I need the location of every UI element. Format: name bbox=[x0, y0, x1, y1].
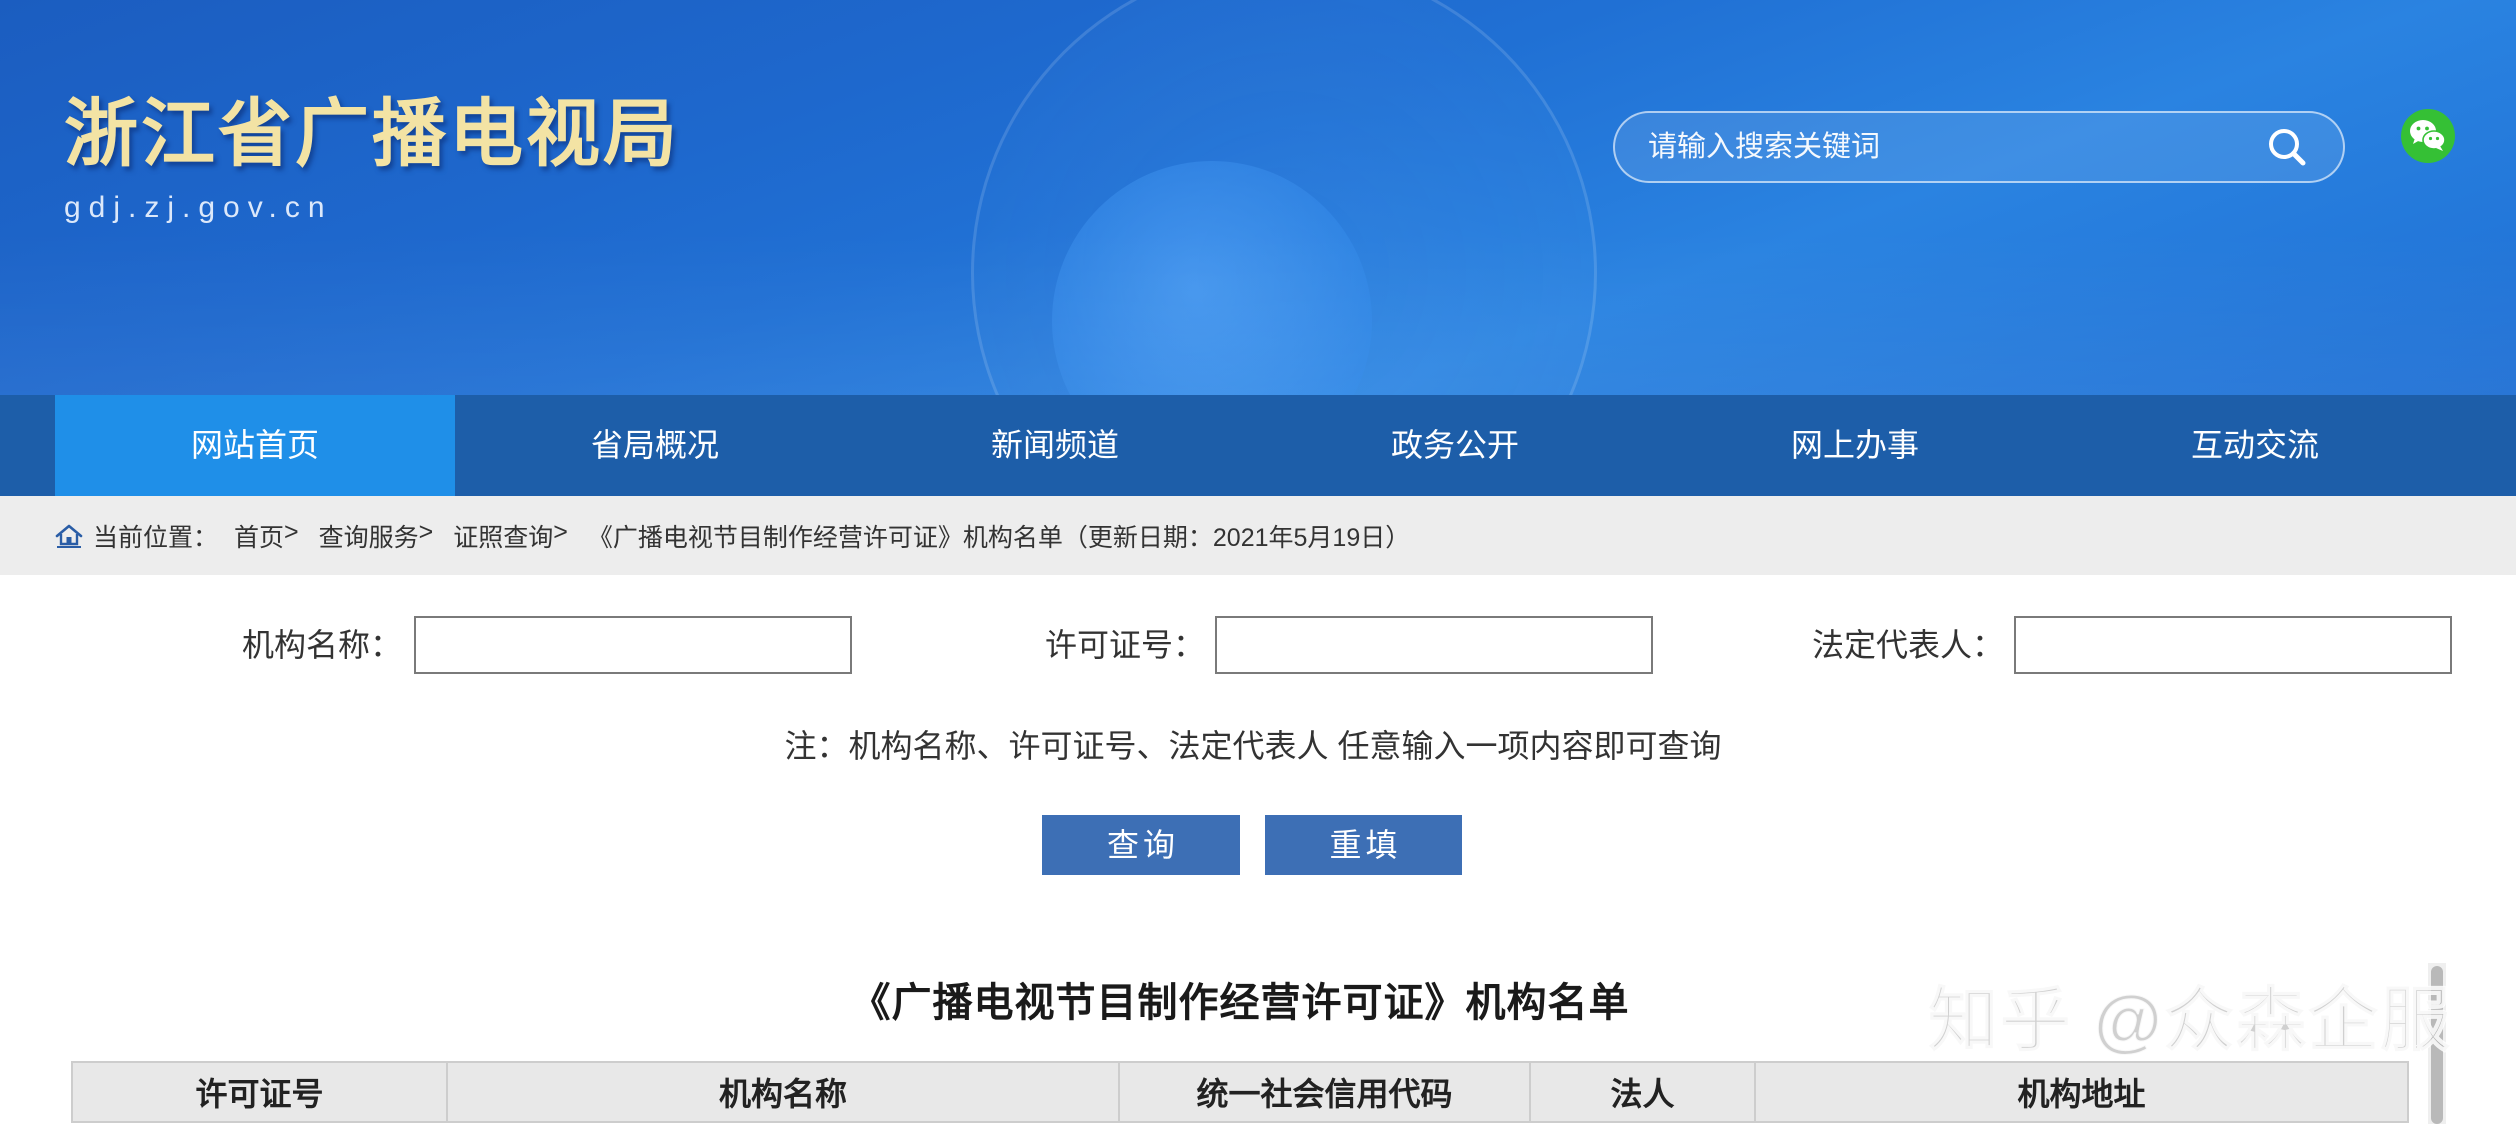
home-icon bbox=[55, 523, 83, 549]
column-header-credit-code: 统一社会信用代码 bbox=[1118, 1061, 1531, 1123]
results-title: 《广播电视节目制作经营许可证》机构名单 bbox=[850, 981, 1630, 1025]
main-nav-list: 网站首页 省局概况 新闻频道 政务公开 网上办事 互动交流 bbox=[55, 395, 2455, 496]
breadcrumb-separator: > bbox=[418, 517, 434, 546]
site-search-input[interactable] bbox=[1648, 113, 2248, 181]
column-header-org-name: 机构名称 bbox=[446, 1061, 1120, 1123]
breadcrumb-item: 首页 > bbox=[234, 518, 299, 554]
search-hint-note: 注：机构名称、许可证号、法定代表人 任意输入一项内容即可查询 bbox=[784, 728, 1722, 764]
breadcrumb-prefix: 当前位置： bbox=[93, 523, 219, 552]
column-header-legal-person: 法人 bbox=[1529, 1061, 1756, 1123]
query-button[interactable]: 查询 bbox=[1042, 815, 1240, 875]
license-number-label: 许可证号： bbox=[1044, 627, 1205, 663]
search-icon[interactable] bbox=[2265, 125, 2309, 169]
breadcrumb-current-page: 《广播电视节目制作经营许可证》机构名单（更新日期：2021年5月19日） bbox=[587, 523, 1411, 552]
breadcrumb-item: 证照查询 > bbox=[453, 518, 568, 554]
site-domain: gdj.zj.gov.cn bbox=[64, 191, 333, 224]
nav-item-online-services[interactable]: 网上办事 bbox=[1655, 395, 2055, 496]
nav-item-news[interactable]: 新闻频道 bbox=[855, 395, 1255, 496]
site-logo[interactable]: 浙江省广播电视局 gdj.zj.gov.cn bbox=[64, 88, 704, 233]
legal-representative-label: 法定代表人： bbox=[1811, 627, 2004, 663]
legal-representative-input[interactable] bbox=[2014, 616, 2452, 674]
nav-item-overview[interactable]: 省局概况 bbox=[455, 395, 855, 496]
nav-item-home[interactable]: 网站首页 bbox=[55, 395, 455, 496]
site-search-box bbox=[1613, 111, 2345, 183]
breadcrumb-link-query-services[interactable]: 查询服务 bbox=[319, 518, 419, 554]
breadcrumb: 当前位置： 首页 > 查询服务 > 证照查询 > 《广播电视节目制作经营许可证》… bbox=[0, 496, 2516, 575]
nav-item-label: 互动交流 bbox=[2190, 427, 2319, 463]
breadcrumb-link-home[interactable]: 首页 bbox=[234, 518, 284, 554]
nav-item-label: 网站首页 bbox=[190, 427, 319, 463]
site-header: 浙江省广播电视局 gdj.zj.gov.cn bbox=[0, 0, 2516, 395]
nav-item-interaction[interactable]: 互动交流 bbox=[2055, 395, 2455, 496]
column-header-org-address: 机构地址 bbox=[1754, 1061, 2409, 1123]
org-name-input[interactable] bbox=[414, 616, 852, 674]
table-scrollbar-track[interactable] bbox=[2428, 963, 2446, 1124]
results-table: 许可证号 机构名称 统一社会信用代码 法人 机构地址 bbox=[71, 1061, 2409, 1123]
breadcrumb-link-license-query[interactable]: 证照查询 bbox=[453, 518, 553, 554]
org-name-label: 机构名称： bbox=[241, 627, 402, 663]
reset-button[interactable]: 重填 bbox=[1265, 815, 1462, 875]
table-header-row: 许可证号 机构名称 统一社会信用代码 法人 机构地址 bbox=[71, 1061, 2409, 1123]
table-scrollbar-thumb[interactable] bbox=[2431, 966, 2443, 1124]
nav-item-label: 网上办事 bbox=[1790, 427, 1919, 463]
nav-item-label: 新闻频道 bbox=[990, 427, 1119, 463]
header-decoration-haze bbox=[0, 230, 2516, 395]
breadcrumb-separator: > bbox=[553, 517, 568, 546]
breadcrumb-item: 查询服务 > bbox=[319, 518, 434, 554]
site-title: 浙江省广播电视局 bbox=[64, 92, 680, 175]
column-header-license-number: 许可证号 bbox=[71, 1061, 448, 1123]
nav-item-label: 政务公开 bbox=[1390, 427, 1519, 463]
main-nav: 网站首页 省局概况 新闻频道 政务公开 网上办事 互动交流 bbox=[0, 395, 2516, 496]
nav-item-label: 省局概况 bbox=[590, 427, 719, 463]
wechat-icon[interactable] bbox=[2401, 109, 2455, 163]
breadcrumb-separator: > bbox=[284, 517, 299, 546]
nav-item-gov-affairs[interactable]: 政务公开 bbox=[1255, 395, 1655, 496]
license-number-input[interactable] bbox=[1215, 616, 1653, 674]
